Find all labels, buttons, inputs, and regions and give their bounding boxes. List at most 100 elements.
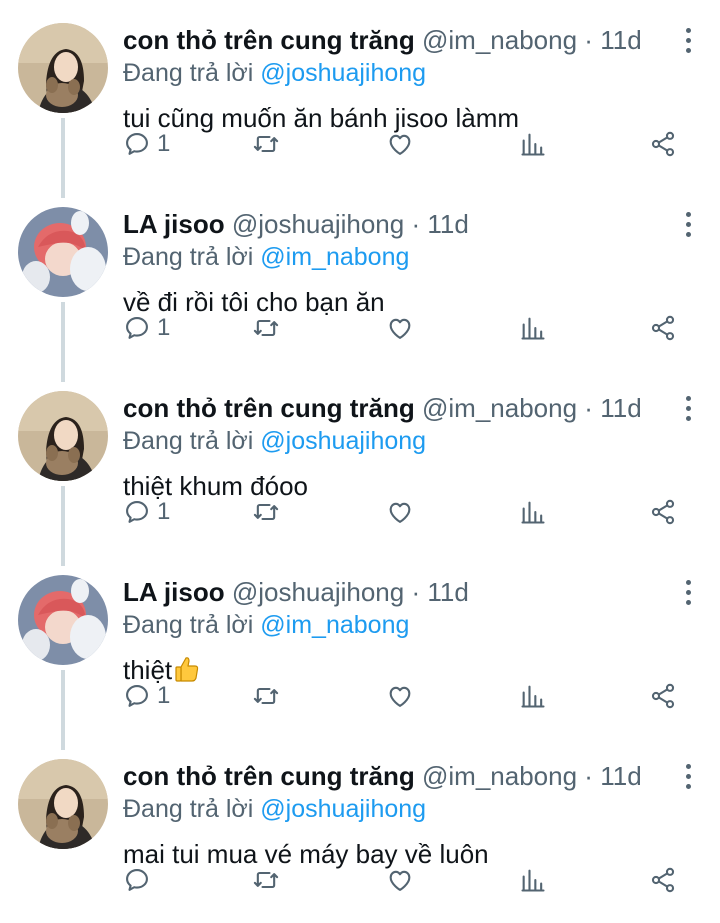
- retweet-button[interactable]: [251, 864, 281, 896]
- user-handle[interactable]: @im_nabong: [422, 393, 577, 423]
- share-icon: [651, 499, 675, 525]
- analytics-button[interactable]: [519, 128, 547, 160]
- retweet-icon: [253, 871, 279, 889]
- retweet-icon: [253, 319, 279, 337]
- mention-link[interactable]: @joshuajihong: [260, 795, 426, 823]
- reply-icon: [126, 317, 148, 339]
- heart-icon: [389, 502, 411, 523]
- replying-to: Đang trả lời @joshuajihong: [123, 58, 680, 88]
- tweet[interactable]: con thỏ trên cung trăng @im_nabong · 11d…: [0, 736, 720, 920]
- replying-to: Đang trả lời @im_nabong: [123, 242, 680, 272]
- heart-icon: [389, 318, 411, 339]
- mention-link[interactable]: @im_nabong: [260, 243, 409, 271]
- reply-button[interactable]: [123, 864, 157, 896]
- user-handle[interactable]: @joshuajihong: [232, 577, 404, 607]
- replying-to-label: Đang trả lời: [123, 59, 254, 87]
- replying-to: Đang trả lời @im_nabong: [123, 610, 680, 640]
- avatar-boy[interactable]: [18, 207, 108, 297]
- more-options-icon[interactable]: [682, 396, 694, 426]
- avatar-girl[interactable]: [18, 23, 108, 113]
- separator-dot: ·: [411, 577, 421, 607]
- like-button[interactable]: [385, 496, 415, 528]
- like-button[interactable]: [385, 128, 415, 160]
- more-options-icon[interactable]: [682, 212, 694, 242]
- tweet[interactable]: LA jisoo @joshuajihong · 11d Đang trả lờ…: [0, 552, 720, 736]
- user-handle[interactable]: @im_nabong: [422, 25, 577, 55]
- replying-to-label: Đang trả lời: [123, 611, 254, 639]
- analytics-icon: [521, 685, 545, 708]
- share-icon: [651, 131, 675, 157]
- share-button[interactable]: [649, 128, 677, 160]
- retweet-button[interactable]: [251, 496, 281, 528]
- retweet-icon: [253, 503, 279, 521]
- retweet-button[interactable]: [251, 128, 281, 160]
- reply-count: 1: [157, 130, 171, 157]
- like-button[interactable]: [385, 312, 415, 344]
- display-name[interactable]: con thỏ trên cung trăng: [123, 761, 415, 791]
- share-button[interactable]: [649, 864, 677, 896]
- reply-button[interactable]: 1: [123, 312, 170, 344]
- reply-count: 1: [157, 498, 171, 525]
- reply-icon: [126, 869, 148, 891]
- timestamp[interactable]: 11d: [600, 761, 641, 791]
- user-handle[interactable]: @joshuajihong: [232, 209, 404, 239]
- mention-link[interactable]: @im_nabong: [260, 611, 409, 639]
- retweet-button[interactable]: [251, 312, 281, 344]
- replying-to-label: Đang trả lời: [123, 795, 254, 823]
- replying-to-label: Đang trả lời: [123, 243, 254, 271]
- tweet[interactable]: con thỏ trên cung trăng @im_nabong · 11d…: [0, 368, 720, 552]
- mention-link[interactable]: @joshuajihong: [260, 427, 426, 455]
- avatar-boy[interactable]: [18, 575, 108, 665]
- analytics-icon: [521, 317, 545, 340]
- timestamp[interactable]: 11d: [600, 25, 641, 55]
- display-name[interactable]: con thỏ trên cung trăng: [123, 393, 415, 423]
- tweet-actions: [123, 864, 683, 900]
- timestamp[interactable]: 11d: [427, 209, 468, 239]
- tweet-header: con thỏ trên cung trăng @im_nabong · 11d: [123, 22, 680, 58]
- like-button[interactable]: [385, 680, 415, 712]
- separator-dot: ·: [411, 209, 421, 239]
- avatar-girl[interactable]: [18, 759, 108, 849]
- display-name[interactable]: LA jisoo: [123, 577, 225, 607]
- mention-link[interactable]: @joshuajihong: [260, 59, 426, 87]
- replying-to: Đang trả lời @joshuajihong: [123, 794, 680, 824]
- more-options-icon[interactable]: [682, 28, 694, 58]
- tweet[interactable]: LA jisoo @joshuajihong · 11d Đang trả lờ…: [0, 184, 720, 368]
- share-button[interactable]: [649, 496, 677, 528]
- retweet-icon: [253, 687, 279, 705]
- tweet-actions: 1: [123, 312, 683, 348]
- analytics-button[interactable]: [519, 680, 547, 712]
- more-options-icon[interactable]: [682, 580, 694, 610]
- heart-icon: [389, 870, 411, 891]
- analytics-icon: [521, 501, 545, 524]
- more-options-icon[interactable]: [682, 764, 694, 794]
- avatar-girl[interactable]: [18, 391, 108, 481]
- retweet-button[interactable]: [251, 680, 281, 712]
- separator-dot: ·: [584, 25, 593, 55]
- share-button[interactable]: [649, 312, 677, 344]
- display-name[interactable]: LA jisoo: [123, 209, 225, 239]
- reply-button[interactable]: 1: [123, 128, 170, 160]
- reply-count: 1: [157, 314, 171, 341]
- tweet-header: con thỏ trên cung trăng @im_nabong · 11d: [123, 390, 680, 426]
- user-handle[interactable]: @im_nabong: [422, 761, 577, 791]
- analytics-icon: [521, 869, 545, 892]
- timestamp[interactable]: 11d: [427, 577, 468, 607]
- share-icon: [651, 315, 675, 341]
- reply-icon: [126, 501, 148, 523]
- separator-dot: ·: [584, 393, 593, 423]
- timestamp[interactable]: 11d: [600, 393, 641, 423]
- heart-icon: [389, 134, 411, 155]
- tweet-actions: 1: [123, 128, 683, 164]
- analytics-button[interactable]: [519, 312, 547, 344]
- reply-button[interactable]: 1: [123, 496, 170, 528]
- like-button[interactable]: [385, 864, 415, 896]
- reply-button[interactable]: 1: [123, 680, 170, 712]
- share-button[interactable]: [649, 680, 677, 712]
- analytics-button[interactable]: [519, 864, 547, 896]
- reply-icon: [126, 685, 148, 707]
- tweet[interactable]: con thỏ trên cung trăng @im_nabong · 11d…: [0, 0, 720, 184]
- analytics-button[interactable]: [519, 496, 547, 528]
- display-name[interactable]: con thỏ trên cung trăng: [123, 25, 415, 55]
- tweet-header: LA jisoo @joshuajihong · 11d: [123, 206, 680, 242]
